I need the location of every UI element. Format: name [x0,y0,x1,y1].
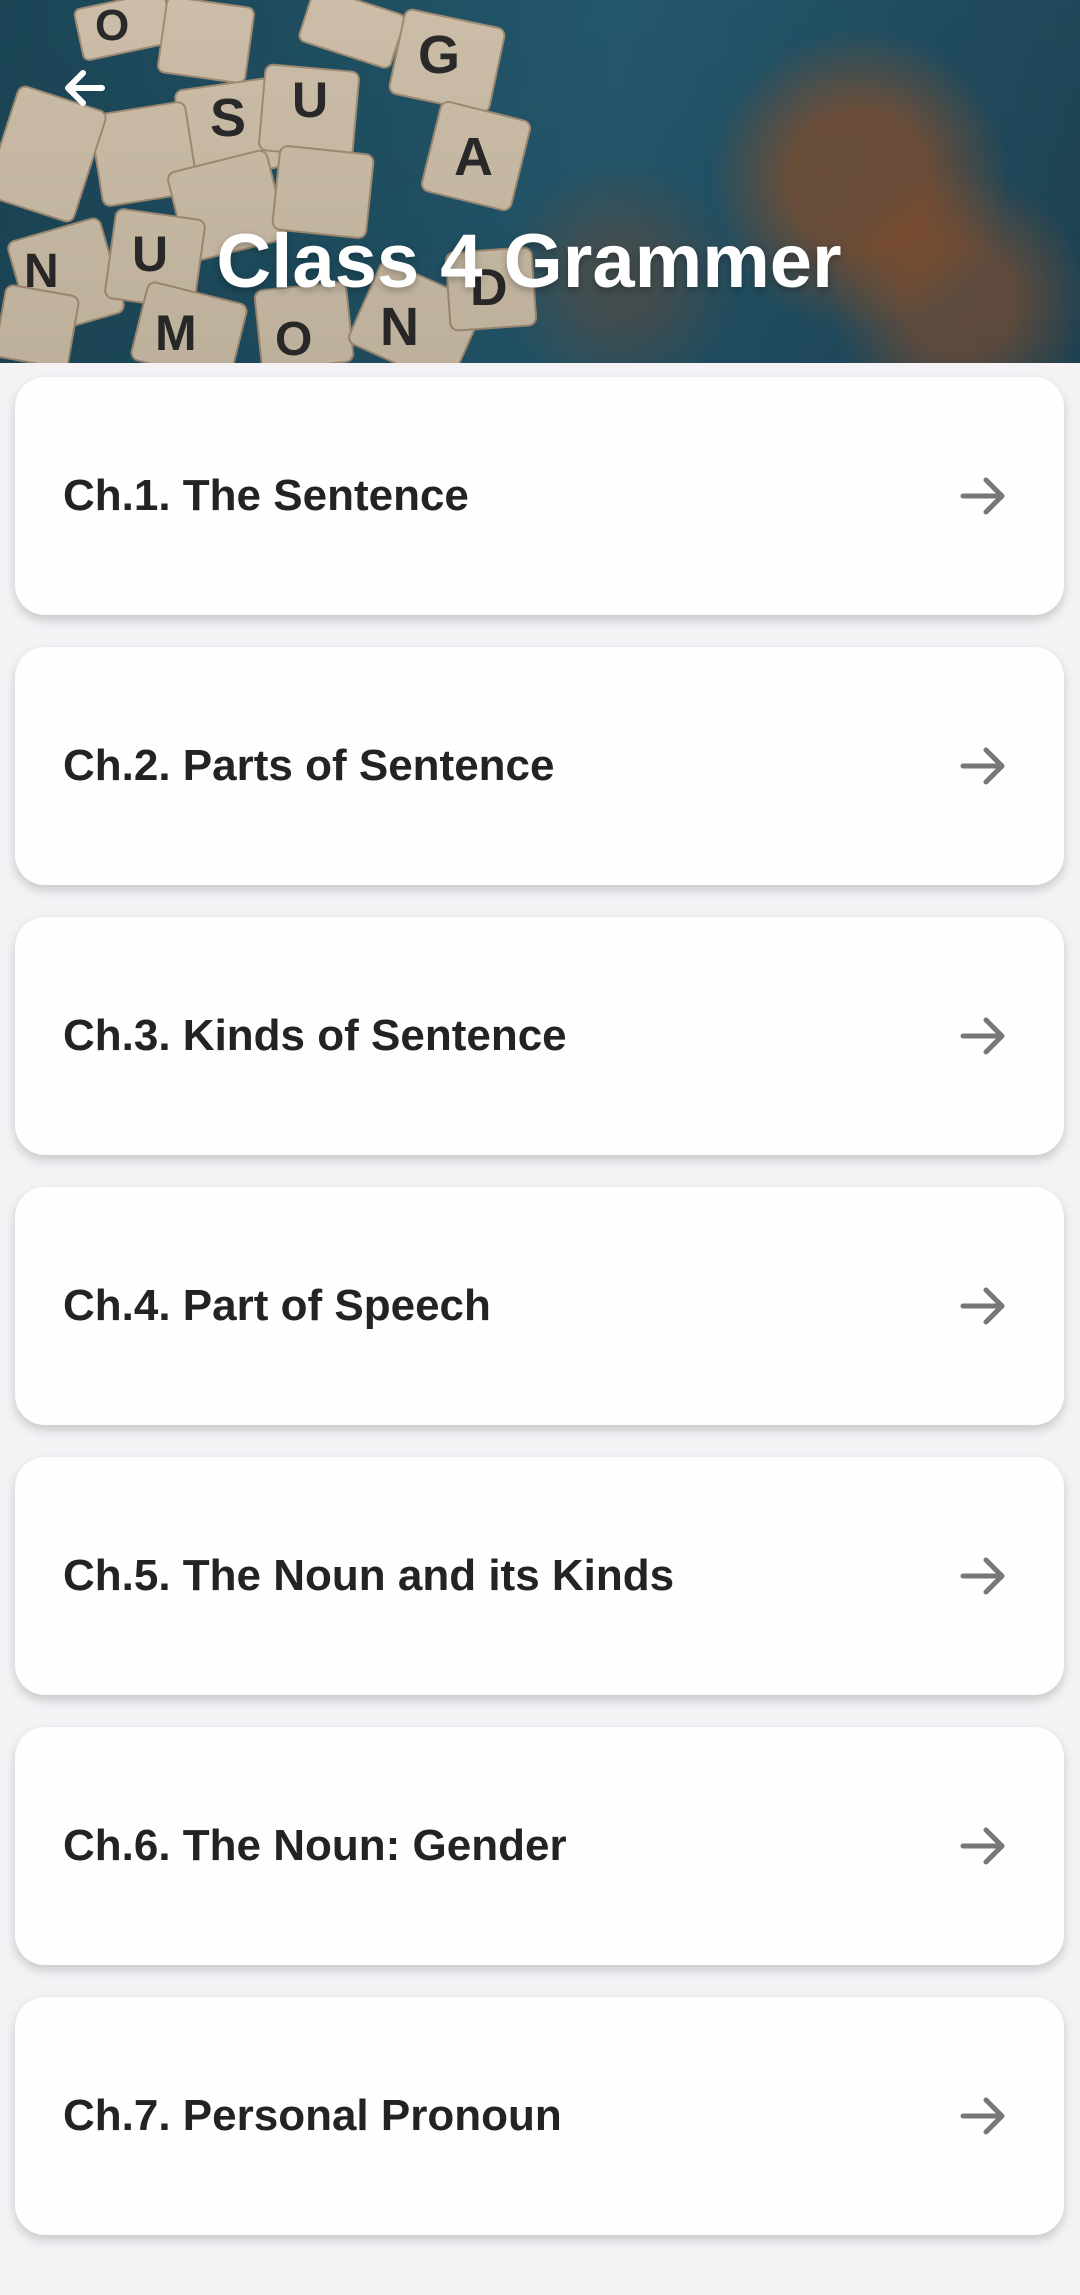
svg-text:N: N [380,297,419,357]
chapter-label: Ch.2. Parts of Sentence [63,741,555,790]
chapter-label: Ch.4. Part of Speech [63,1281,491,1330]
page-title: Class 4 Grammer [216,219,842,304]
chapter-card-5[interactable]: Ch.5. The Noun and its Kinds [15,1457,1064,1695]
chapter-card-4[interactable]: Ch.4. Part of Speech [15,1187,1064,1425]
chapter-card-1[interactable]: Ch.1. The Sentence [15,377,1064,615]
arrow-right-icon [960,1017,1005,1055]
arrow-right-icon [960,2097,1005,2135]
svg-text:U: U [292,72,328,128]
back-button[interactable] [44,48,124,128]
svg-text:M: M [155,305,197,361]
chapter-label: Ch.3. Kinds of Sentence [63,1011,567,1060]
svg-text:G: G [418,25,460,85]
arrow-right-icon [960,1287,1005,1325]
chapter-label: Ch.5. The Noun and its Kinds [63,1551,675,1600]
svg-text:S: S [210,88,246,148]
svg-text:O: O [275,313,312,363]
chapter-label: Ch.6. The Noun: Gender [63,1821,567,1870]
arrow-right-icon [960,747,1005,785]
chapter-label: Ch.7. Personal Pronoun [63,2091,562,2140]
arrow-right-icon [960,477,1005,515]
chapter-card-3[interactable]: Ch.3. Kinds of Sentence [15,917,1064,1155]
svg-text:A: A [454,127,493,187]
letter-tiles-illustration: O G S U A N U M O N D [0,0,538,363]
chapter-card-2[interactable]: Ch.2. Parts of Sentence [15,647,1064,885]
arrow-right-icon [960,1827,1005,1865]
arrow-left-icon [65,70,105,106]
chapter-card-6[interactable]: Ch.6. The Noun: Gender [15,1727,1064,1965]
chapter-card-7[interactable]: Ch.7. Personal Pronoun [15,1997,1064,2235]
chapter-label: Ch.1. The Sentence [63,471,469,520]
header-banner: O G S U A N U M O N D Class 4 Grammer [0,0,1080,363]
svg-text:O: O [95,1,129,50]
arrow-right-icon [960,1557,1005,1595]
